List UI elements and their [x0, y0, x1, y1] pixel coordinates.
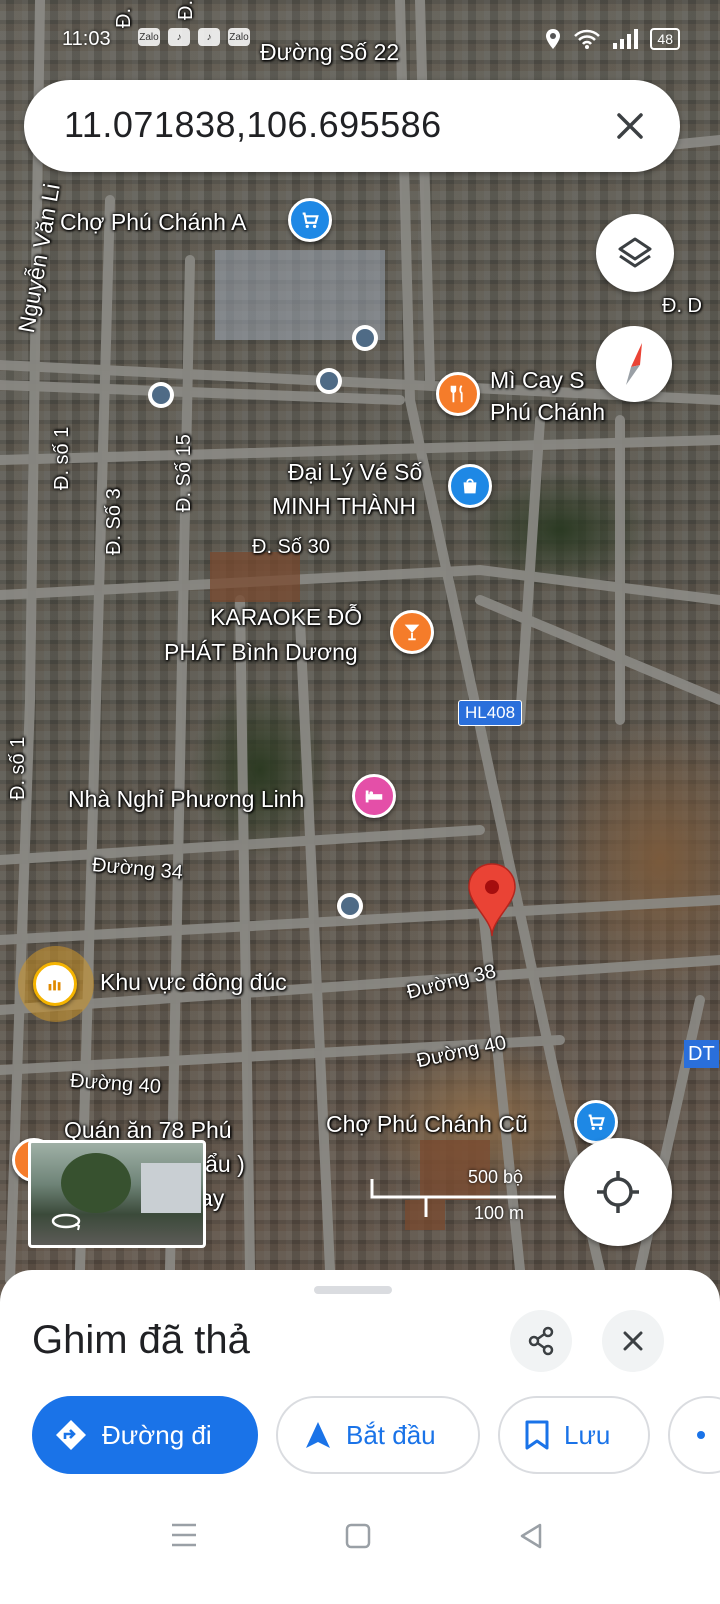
- street-label: Đ. Số 15: [173, 434, 195, 512]
- street-label: DT: [684, 1040, 719, 1068]
- cocktail-bar-icon: [390, 610, 434, 654]
- street-label: Đ.: [175, 0, 197, 20]
- save-label: Lưu: [564, 1419, 611, 1450]
- compass-button[interactable]: [596, 326, 672, 402]
- sheet-title: Ghim đã thả: [32, 1318, 250, 1362]
- bus-stop-icon[interactable]: [316, 368, 342, 394]
- poi-label: Chợ Phú Chánh Cũ: [326, 1111, 528, 1137]
- layers-button[interactable]: [596, 214, 674, 292]
- drag-handle[interactable]: [314, 1286, 392, 1294]
- scale-imperial: 500 bộ: [468, 1167, 524, 1187]
- bus-stop-icon[interactable]: [148, 382, 174, 408]
- search-bar[interactable]: 11.071838,106.695586: [24, 80, 680, 172]
- close-icon[interactable]: [610, 106, 650, 146]
- scale-metric: 100 m: [474, 1203, 525, 1223]
- bus-stop-icon[interactable]: [337, 893, 363, 919]
- zalo-icon: Zalo: [228, 28, 250, 46]
- bookmark-icon: [525, 1420, 549, 1450]
- wifi-icon: [574, 29, 601, 49]
- layers-icon: [618, 237, 652, 268]
- poi-label: KARAOKE ĐỖ: [210, 604, 363, 630]
- restaurant-icon: [436, 372, 480, 416]
- my-location-icon: [597, 1171, 639, 1213]
- share-button[interactable]: [510, 1310, 572, 1372]
- poi-label: lẩu ): [200, 1151, 245, 1177]
- bus-stop-icon[interactable]: [352, 325, 378, 351]
- poi-label: MINH THÀNH: [272, 493, 416, 519]
- street-view-house: [141, 1163, 201, 1213]
- poi-label: Chợ Phú Chánh A: [60, 209, 247, 235]
- street-label: Đ. Số 3: [103, 488, 125, 555]
- rotate-360-icon: [51, 1213, 81, 1231]
- tiktok-icon: ♪: [168, 28, 190, 46]
- directions-icon: [56, 1420, 86, 1450]
- navigation-arrow-icon: [306, 1422, 330, 1448]
- hotel-bed-icon: [352, 774, 396, 818]
- shopping-bag-icon: [448, 464, 492, 508]
- signal-icon: [613, 29, 639, 49]
- home-icon[interactable]: [344, 1522, 372, 1550]
- dropped-pin-marker[interactable]: [466, 862, 518, 938]
- street-view-thumbnail[interactable]: [28, 1140, 206, 1248]
- zalo-icon: Zalo: [138, 28, 160, 46]
- street-label: Đ. D: [662, 295, 702, 317]
- status-bar: 11:03 Zalo ♪ ♪ Zalo 48: [0, 20, 720, 60]
- busy-area-icon: [33, 962, 77, 1006]
- directions-button[interactable]: Đường đi: [32, 1396, 258, 1474]
- poi-label: Khu vực đông đúc: [100, 969, 287, 995]
- system-navigation-bar: [0, 1490, 720, 1604]
- street-label: Đ. số 1: [7, 736, 29, 800]
- scale-lines: [370, 1179, 556, 1217]
- close-sheet-button[interactable]: [602, 1310, 664, 1372]
- close-icon: [623, 1331, 643, 1351]
- directions-label: Đường đi: [102, 1419, 212, 1450]
- poi-label: PHÁT Bình Dương: [164, 639, 358, 665]
- poi-label: Phú Chánh: [490, 399, 606, 425]
- road-shield: HL408: [458, 700, 523, 726]
- start-label: Bắt đầu: [346, 1419, 436, 1450]
- poi-label: Nhà Nghỉ Phương Linh: [68, 786, 305, 812]
- more-dot-icon: [697, 1431, 705, 1439]
- street-view-tree: [61, 1153, 131, 1213]
- save-button[interactable]: Lưu: [498, 1396, 650, 1474]
- tiktok-icon: ♪: [198, 28, 220, 46]
- map-scale: 500 bộ 100 m: [370, 1165, 570, 1225]
- shopping-cart-icon: [288, 198, 332, 242]
- my-location-button[interactable]: [564, 1138, 672, 1246]
- menu-icon[interactable]: [170, 1522, 198, 1548]
- poi-label: Đại Lý Vé Số: [288, 459, 423, 485]
- start-button[interactable]: Bắt đầu: [276, 1396, 480, 1474]
- street-label: Đ. số 1: [51, 426, 73, 490]
- search-query[interactable]: 11.071838,106.695586: [64, 104, 442, 146]
- location-icon: [546, 29, 561, 49]
- more-actions-chip[interactable]: [668, 1396, 720, 1474]
- compass-icon: [626, 343, 642, 385]
- street-label: Đ. Số 30: [252, 536, 330, 558]
- battery-indicator: 48: [650, 28, 680, 50]
- back-icon[interactable]: [518, 1522, 544, 1550]
- poi-label: Mì Cay S: [490, 367, 585, 393]
- share-icon: [528, 1326, 554, 1356]
- status-time: 11:03: [62, 28, 111, 50]
